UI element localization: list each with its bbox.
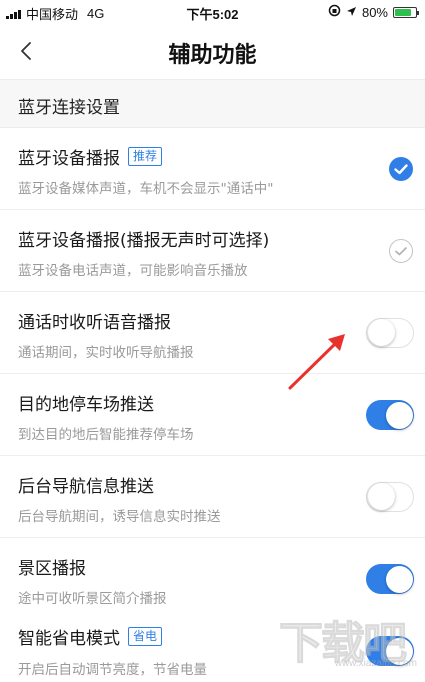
setting-subtitle: 开启后自动调节亮度，节省电量 <box>18 662 207 678</box>
setting-parking-push[interactable]: 目的地停车场推送 到达目的地后智能推荐停车场 <box>0 374 425 456</box>
power-saving-tag: 省电 <box>128 627 163 646</box>
recommended-tag: 推荐 <box>128 147 163 166</box>
setting-title: 蓝牙设备播报(播报无声时可选择) <box>18 231 270 251</box>
setting-bluetooth-phone-broadcast[interactable]: 蓝牙设备播报(播报无声时可选择) 蓝牙设备电话声道，可能影响音乐播放 <box>0 210 425 292</box>
check-circle-filled-icon[interactable] <box>389 157 413 181</box>
lock-rotation-icon <box>328 4 341 20</box>
setting-title: 蓝牙设备播报 <box>18 149 120 169</box>
setting-subtitle: 后台导航期间，诱导信息实时推送 <box>18 509 221 525</box>
check-circle-outline-icon[interactable] <box>389 239 413 263</box>
nav-bar: 辅助功能 <box>0 24 425 80</box>
parking-push-toggle[interactable] <box>366 400 414 430</box>
annotation-arrow-icon <box>288 334 345 390</box>
page-title: 辅助功能 <box>168 43 257 68</box>
battery-icon <box>393 6 419 18</box>
setting-subtitle: 到达目的地后智能推荐停车场 <box>18 427 194 443</box>
watermark-logo: 下载吧 www.xiazaiba.com <box>279 607 419 671</box>
setting-subtitle: 通话期间，实时收听导航播报 <box>18 345 194 361</box>
background-nav-toggle[interactable] <box>366 482 414 512</box>
scenic-broadcast-toggle[interactable] <box>366 564 414 594</box>
status-bar: 中国移动 4G 下午5:02 80% <box>0 0 425 24</box>
setting-title: 通话时收听语音播报 <box>18 313 171 333</box>
setting-subtitle: 蓝牙设备媒体声道，车机不会显示"通话中" <box>18 181 274 197</box>
setting-title: 目的地停车场推送 <box>18 395 154 415</box>
section-header: 蓝牙连接设置 <box>0 80 425 128</box>
setting-title: 后台导航信息推送 <box>18 477 154 497</box>
location-icon <box>346 5 357 20</box>
setting-subtitle: 蓝牙设备电话声道，可能影响音乐播放 <box>18 263 248 279</box>
setting-bluetooth-media-broadcast[interactable]: 蓝牙设备播报 推荐 蓝牙设备媒体声道，车机不会显示"通话中" <box>0 128 425 210</box>
battery-percent: 80% <box>361 4 388 20</box>
setting-background-nav-push[interactable]: 后台导航信息推送 后台导航期间，诱导信息实时推送 <box>0 456 425 538</box>
setting-call-voice-broadcast[interactable]: 通话时收听语音播报 通话期间，实时收听导航播报 <box>0 292 425 374</box>
section-header-label: 蓝牙连接设置 <box>18 98 120 118</box>
watermark-url: www.xiazaiba.com <box>334 658 417 669</box>
setting-subtitle: 途中可收听景区简介播报 <box>18 591 167 607</box>
call-broadcast-toggle[interactable] <box>366 318 414 348</box>
setting-title: 智能省电模式 <box>18 629 120 649</box>
setting-title: 景区播报 <box>18 559 86 579</box>
